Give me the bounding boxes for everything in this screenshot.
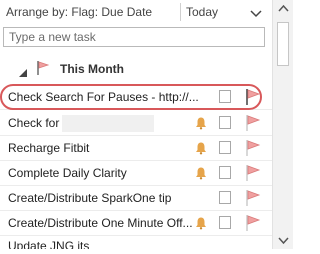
today-column-label[interactable]: Today	[186, 5, 218, 19]
task-row[interactable]: Check for	[0, 111, 272, 136]
task-complete-checkbox[interactable]	[219, 90, 231, 103]
flag-icon[interactable]	[244, 214, 262, 232]
flag-icon[interactable]	[244, 114, 262, 132]
scrollbar-thumb[interactable]	[277, 22, 289, 66]
task-list-header: Arrange by: Flag: Due Date Today	[0, 0, 272, 24]
row-separator	[0, 109, 272, 110]
task-complete-checkbox[interactable]	[219, 116, 231, 129]
task-row[interactable]: Create/Distribute SparkOne tip	[0, 186, 272, 211]
task-complete-checkbox[interactable]	[219, 216, 231, 229]
task-row[interactable]: Create/Distribute One Minute Off...	[0, 211, 272, 236]
task-row[interactable]: Update JNG its	[0, 236, 272, 249]
task-title: Complete Daily Clarity	[8, 166, 127, 180]
sort-arrow-icon[interactable]	[248, 4, 264, 20]
flag-icon[interactable]	[244, 139, 262, 157]
bell-icon[interactable]	[194, 116, 208, 130]
task-complete-checkbox[interactable]	[219, 191, 231, 204]
flag-icon[interactable]	[244, 189, 262, 207]
task-title: Create/Distribute SparkOne tip	[8, 191, 172, 205]
task-title: Create/Distribute One Minute Off...	[8, 216, 193, 230]
task-complete-checkbox[interactable]	[219, 141, 231, 154]
task-complete-checkbox[interactable]	[219, 166, 231, 179]
arrange-by-label[interactable]: Arrange by: Flag: Due Date	[6, 5, 152, 19]
flag-icon[interactable]	[244, 164, 262, 182]
bell-icon[interactable]	[194, 141, 208, 155]
group-header-this-month[interactable]: This Month	[0, 56, 272, 80]
bell-icon[interactable]	[194, 216, 208, 230]
task-row[interactable]: Recharge Fitbit	[0, 136, 272, 161]
new-task-input[interactable]	[3, 27, 265, 47]
bell-icon[interactable]	[194, 166, 208, 180]
task-title: Check for	[8, 116, 60, 130]
flag-icon[interactable]	[244, 88, 262, 106]
vertical-scrollbar[interactable]	[272, 0, 293, 249]
expand-toggle-icon[interactable]	[18, 65, 28, 77]
scroll-down-icon[interactable]	[274, 232, 293, 249]
task-title: Update JNG its	[8, 239, 90, 249]
task-row[interactable]: Complete Daily Clarity	[0, 161, 272, 186]
flag-icon	[36, 60, 50, 76]
task-row[interactable]: Check Search For Pauses - http://...	[0, 85, 272, 110]
header-divider	[180, 3, 181, 21]
scroll-up-icon[interactable]	[274, 0, 293, 17]
task-title: Check Search For Pauses - http://...	[8, 90, 199, 104]
group-label: This Month	[60, 62, 124, 76]
task-title: Recharge Fitbit	[8, 141, 90, 155]
redacted-text-block	[62, 115, 154, 132]
